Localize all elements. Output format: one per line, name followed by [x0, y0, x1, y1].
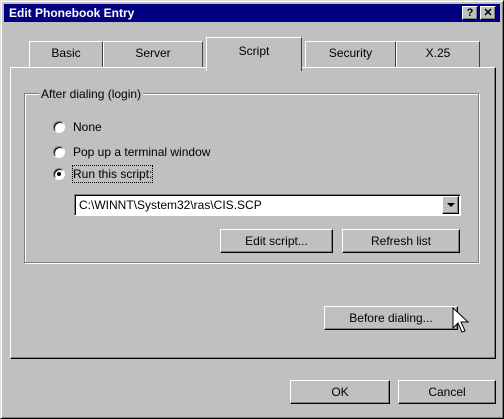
mouse-pointer-icon	[452, 307, 470, 333]
radio-terminal-window-label: Pop up a terminal window	[73, 145, 211, 159]
before-dialing-label: Before dialing...	[349, 311, 433, 325]
tab-server-label: Server	[135, 46, 171, 60]
dropdown-arrow-icon[interactable]	[442, 196, 459, 214]
tab-basic[interactable]: Basic	[29, 41, 103, 68]
window-title: Edit Phonebook Entry	[9, 6, 135, 20]
tab-x25[interactable]: X.25	[396, 41, 480, 68]
script-path-dropdown[interactable]: C:\WINNT\System32\ras\CIS.SCP	[74, 194, 461, 216]
edit-script-label: Edit script...	[245, 234, 308, 248]
cancel-label: Cancel	[428, 385, 466, 399]
script-path-value: C:\WINNT\System32\ras\CIS.SCP	[79, 198, 262, 212]
radio-none-label: None	[73, 120, 102, 134]
ok-button[interactable]: OK	[290, 380, 390, 404]
title-bar[interactable]: Edit Phonebook Entry ? ✕	[4, 4, 500, 22]
tab-security-label: Security	[328, 46, 373, 60]
radio-none-button[interactable]	[53, 121, 65, 133]
help-button[interactable]: ?	[462, 6, 478, 20]
tab-security[interactable]: Security	[305, 41, 396, 68]
tab-server[interactable]: Server	[103, 41, 203, 68]
cancel-button[interactable]: Cancel	[398, 380, 496, 404]
tab-script[interactable]: Script	[206, 37, 302, 71]
radio-run-script[interactable]: Run this script:	[53, 165, 154, 183]
radio-terminal-window[interactable]: Pop up a terminal window	[53, 144, 210, 160]
tab-x25-label: X.25	[425, 46, 451, 60]
refresh-list-label: Refresh list	[370, 234, 432, 248]
edit-phonebook-entry-dialog: Edit Phonebook Entry ? ✕ Basic Server Sc…	[0, 0, 504, 419]
refresh-list-button[interactable]: Refresh list	[342, 229, 460, 253]
before-dialing-button[interactable]: Before dialing...	[324, 306, 458, 330]
tab-basic-label: Basic	[51, 46, 81, 60]
close-button[interactable]: ✕	[480, 6, 496, 20]
radio-run-script-button[interactable]	[53, 168, 65, 180]
radio-run-script-label: Run this script:	[71, 165, 154, 183]
ok-label: OK	[331, 385, 349, 399]
radio-terminal-window-button[interactable]	[53, 146, 65, 158]
edit-script-button[interactable]: Edit script...	[220, 229, 333, 253]
after-dialing-group-label: After dialing (login)	[39, 87, 144, 101]
radio-none[interactable]: None	[53, 119, 102, 135]
tab-script-label: Script	[238, 44, 270, 58]
